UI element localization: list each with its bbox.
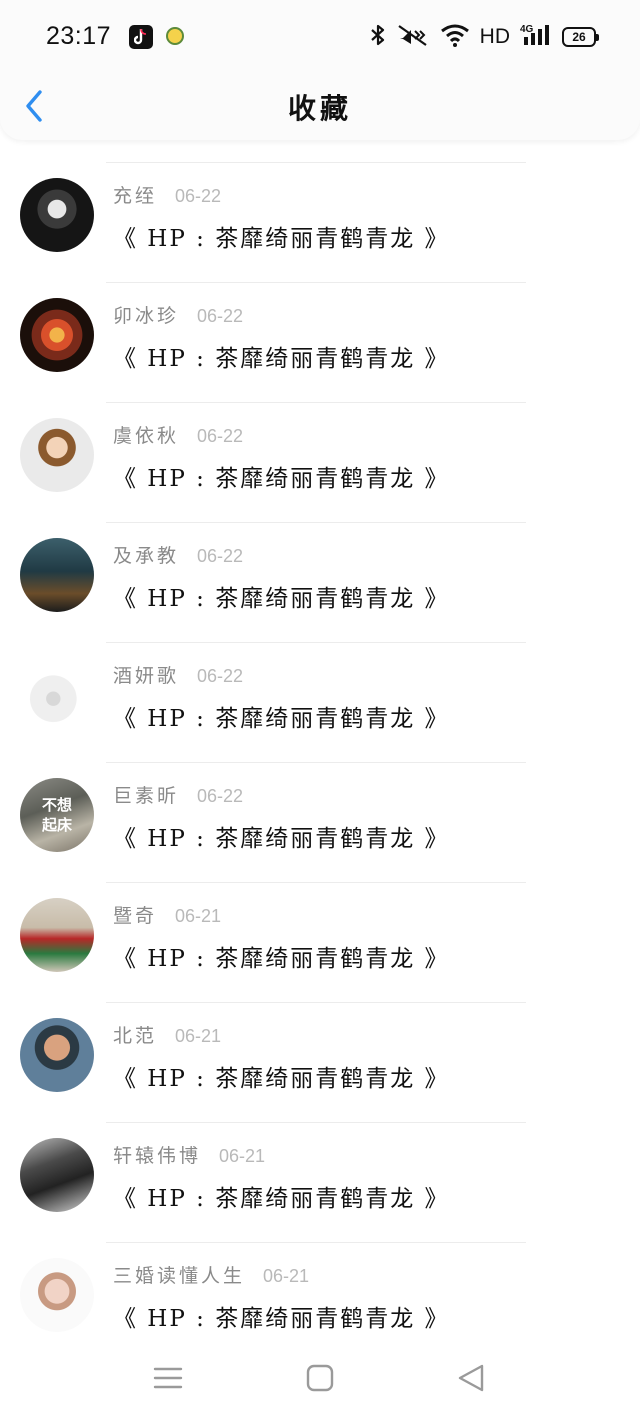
- avatar: [20, 1138, 94, 1212]
- app-header: 收藏: [0, 72, 640, 140]
- post-title: 《 HP : 茶靡绮丽青鹤青龙 》: [113, 346, 450, 372]
- list-item[interactable]: 卯冰珍 06-22 《 HP : 茶靡绮丽青鹤青龙 》: [0, 283, 640, 403]
- status-time: 23:17: [46, 22, 112, 50]
- status-icons: HD 4G 26: [370, 23, 599, 51]
- network-label: HD: [479, 25, 510, 48]
- date: 06-21: [175, 906, 222, 926]
- menu-icon: [153, 1367, 183, 1389]
- avatar: [20, 538, 94, 612]
- list-item[interactable]: 虞依秋 06-22 《 HP : 茶靡绮丽青鹤青龙 》: [0, 403, 640, 523]
- date: 06-21: [219, 1146, 266, 1166]
- date: 06-22: [197, 426, 244, 446]
- bluetooth-icon: [370, 23, 386, 51]
- nav-back-button[interactable]: [455, 1363, 489, 1393]
- avatar: [20, 898, 94, 972]
- username: 暨奇: [113, 905, 158, 927]
- date: 06-21: [263, 1266, 310, 1286]
- page-title: 收藏: [287, 92, 352, 125]
- username: 充绖: [113, 185, 158, 207]
- list-item[interactable]: 暨奇 06-21 《 HP : 茶靡绮丽青鹤青龙 》: [0, 883, 640, 1003]
- post-title: 《 HP : 茶靡绮丽青鹤青龙 》: [113, 466, 450, 492]
- signal-icon: 4G: [520, 23, 552, 51]
- app-notification-icon: [166, 27, 184, 45]
- home-button[interactable]: [303, 1363, 337, 1393]
- post-title: 《 HP : 茶靡绮丽青鹤青龙 》: [113, 1306, 450, 1332]
- username: 北范: [113, 1025, 158, 1047]
- list-item[interactable]: 北范 06-21 《 HP : 茶靡绮丽青鹤青龙 》: [0, 1003, 640, 1123]
- post-title: 《 HP : 茶靡绮丽青鹤青龙 》: [113, 1066, 450, 1092]
- username: 轩辕伟博: [113, 1145, 202, 1167]
- battery-icon: 26: [562, 27, 599, 47]
- username: 及承教: [113, 545, 180, 567]
- post-title: 《 HP : 茶靡绮丽青鹤青龙 》: [113, 1186, 450, 1212]
- date: 06-22: [197, 306, 244, 326]
- list-item[interactable]: 三婚读懂人生 06-21 《 HP : 茶靡绮丽青鹤青龙 》: [0, 1243, 640, 1335]
- avatar: [20, 658, 94, 732]
- home-icon: [306, 1364, 334, 1392]
- list-item[interactable]: 不想 起床 巨素昕 06-22 《 HP : 茶靡绮丽青鹤青龙 》: [0, 763, 640, 883]
- post-title: 《 HP : 茶靡绮丽青鹤青龙 》: [113, 946, 450, 972]
- avatar-text: 起床: [41, 816, 72, 834]
- username: 酒妍歌: [113, 665, 180, 687]
- avatar: [20, 418, 94, 492]
- status-bar: 23:17 HD 4G 26: [0, 0, 640, 72]
- avatar: [20, 1018, 94, 1092]
- system-nav-bar: [0, 1335, 640, 1422]
- post-title: 《 HP : 茶靡绮丽青鹤青龙 》: [113, 826, 450, 852]
- list-item[interactable]: 酒妍歌 06-22 《 HP : 茶靡绮丽青鹤青龙 》: [0, 643, 640, 763]
- date: 06-22: [197, 786, 244, 806]
- post-title: 《 HP : 茶靡绮丽青鹤青龙 》: [113, 586, 450, 612]
- avatar: [20, 178, 94, 252]
- username: 卯冰珍: [113, 305, 180, 327]
- wifi-icon: [440, 23, 470, 51]
- list-item[interactable]: 及承教 06-22 《 HP : 茶靡绮丽青鹤青龙 》: [0, 523, 640, 643]
- back-triangle-icon: [458, 1364, 484, 1392]
- post-title: 《 HP : 茶靡绮丽青鹤青龙 》: [113, 226, 450, 252]
- tiktok-icon: [129, 25, 153, 49]
- date: 06-22: [197, 546, 244, 566]
- post-title: 《 HP : 茶靡绮丽青鹤青龙 》: [113, 706, 450, 732]
- username: 三婚读懂人生: [113, 1265, 246, 1287]
- favorites-list: 充绖 06-22 《 HP : 茶靡绮丽青鹤青龙 》 卯冰珍 06-22 《 HP …: [0, 140, 640, 1335]
- avatar: [20, 298, 94, 372]
- avatar: 不想 起床: [20, 778, 94, 852]
- username: 虞依秋: [113, 425, 180, 447]
- date: 06-21: [175, 1026, 222, 1046]
- list-item[interactable]: 充绖 06-22 《 HP : 茶靡绮丽青鹤青龙 》: [0, 163, 640, 283]
- avatar-text: 不想: [41, 796, 72, 814]
- list-item[interactable]: 轩辕伟博 06-21 《 HP : 茶靡绮丽青鹤青龙 》: [0, 1123, 640, 1243]
- avatar: [20, 1258, 94, 1332]
- date: 06-22: [175, 186, 222, 206]
- date: 06-22: [197, 666, 244, 686]
- vibrate-icon: [396, 23, 430, 51]
- menu-button[interactable]: [151, 1363, 185, 1393]
- username: 巨素昕: [113, 785, 180, 807]
